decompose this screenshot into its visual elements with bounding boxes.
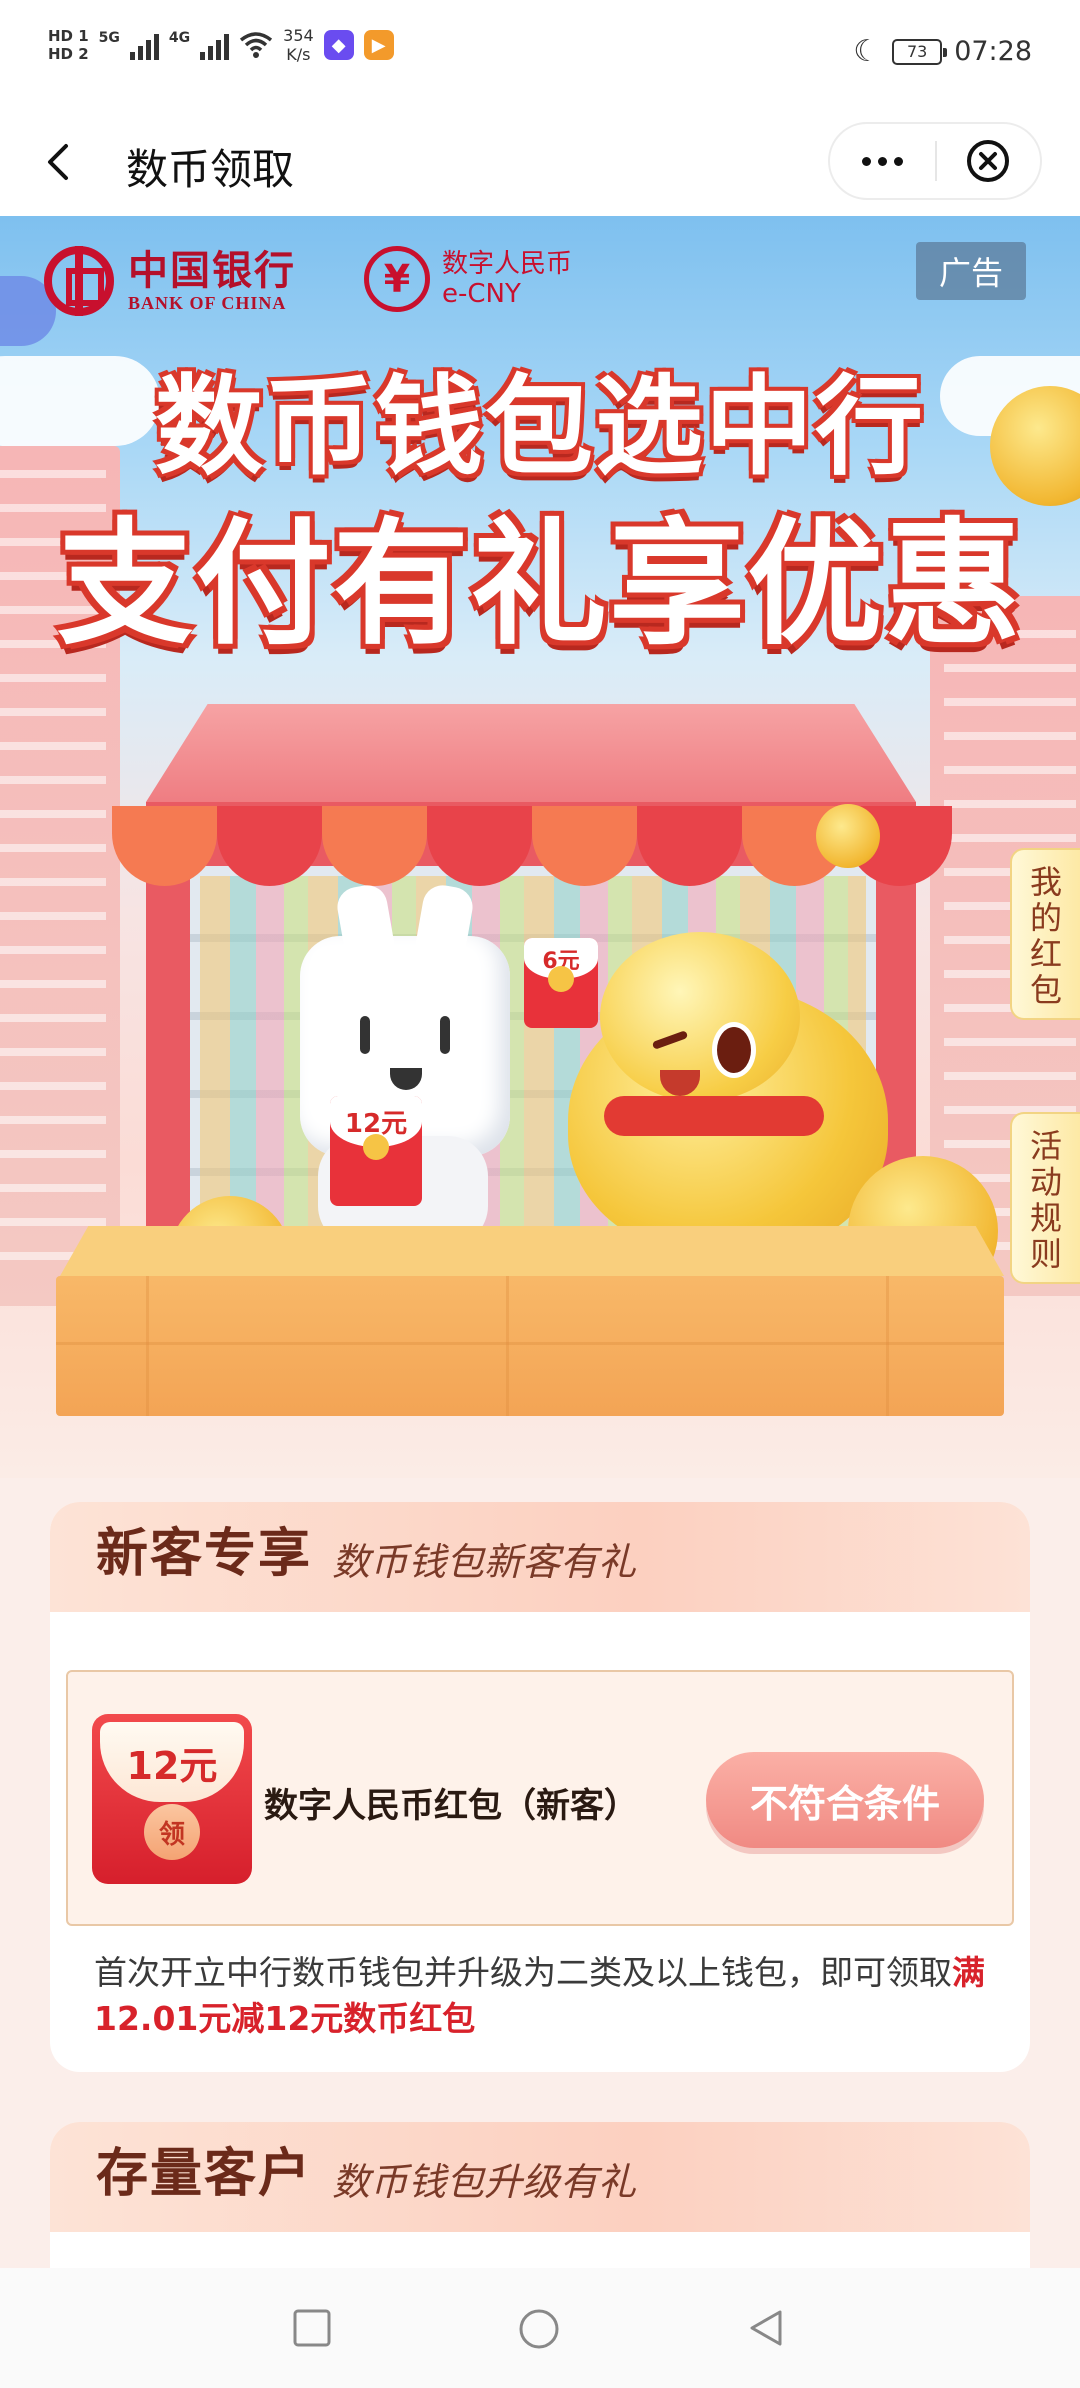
page-title: 数币领取 bbox=[126, 145, 295, 194]
shop-roof bbox=[146, 704, 916, 802]
net-speed: 354 K/s bbox=[283, 26, 314, 64]
circle-nav-icon[interactable] bbox=[518, 2308, 560, 2350]
description-text: 首次开立中行数币钱包并升级为二类及以上钱包，即可领取 bbox=[94, 1953, 952, 1992]
mini-program-capsule bbox=[828, 122, 1042, 200]
status-left: HD 1 HD 2 5G 4G 354 K/s ◆ ▶ bbox=[48, 26, 394, 64]
sim2-label: HD 2 bbox=[48, 45, 89, 63]
claim-button[interactable]: 不符合条件 bbox=[706, 1752, 984, 1848]
signal-icon bbox=[129, 30, 159, 60]
coupon-card: 12元 领 数字人民币红包（新客） 不符合条件 bbox=[66, 1670, 1014, 1926]
clock: 07:28 bbox=[954, 36, 1032, 67]
status-right: ☾ 73 07:28 bbox=[853, 34, 1032, 69]
counter bbox=[56, 1276, 1004, 1416]
red-envelope-mid: 12元 bbox=[330, 1096, 422, 1206]
app-notification-icon: ▶ bbox=[363, 30, 394, 60]
coupon-seal: 领 bbox=[144, 1804, 200, 1860]
section-subtitle: 数币钱包升级有礼 bbox=[332, 2160, 637, 2204]
new-customer-section: 新客专享 数币钱包新客有礼 12元 领 数字人民币红包（新客） 不符合条件 首次… bbox=[50, 1502, 1030, 2072]
ecny-name-en: e-CNY bbox=[442, 279, 521, 309]
back-arrow-icon bbox=[48, 144, 68, 180]
gold-mascot-eye bbox=[712, 1022, 756, 1078]
more-icon bbox=[862, 156, 871, 166]
coin-decoration bbox=[816, 804, 880, 868]
red-envelope-small: 6元 bbox=[524, 938, 598, 1028]
close-button[interactable] bbox=[937, 124, 1040, 198]
coupon-amount: 12元 bbox=[100, 1722, 244, 1802]
section-header: 存量客户 数币钱包升级有礼 bbox=[50, 2122, 1030, 2232]
battery-icon: 73 bbox=[892, 38, 948, 65]
gold-mascot-scarf bbox=[604, 1096, 824, 1136]
wifi-icon bbox=[240, 32, 273, 58]
counter-top bbox=[60, 1226, 1004, 1276]
net-speed-unit: K/s bbox=[286, 45, 311, 64]
sim1-label: HD 1 bbox=[48, 27, 89, 45]
yuan-icon: ¥ bbox=[364, 246, 430, 312]
ecny-logo: ¥ 数字人民币 e-CNY bbox=[364, 246, 572, 312]
square-nav-icon[interactable] bbox=[292, 2308, 332, 2348]
net-speed-value: 354 bbox=[283, 26, 314, 45]
system-nav-bar bbox=[0, 2268, 1080, 2388]
nav-bar: 数币领取 bbox=[0, 108, 1080, 216]
section-title: 存量客户 bbox=[96, 2144, 313, 2204]
bank-name-en: BANK OF CHINA bbox=[128, 292, 287, 313]
gold-mascot-head bbox=[600, 932, 800, 1102]
sim-indicators: HD 1 HD 2 bbox=[48, 27, 89, 63]
coupon-name: 数字人民币红包（新客） bbox=[264, 1786, 638, 1826]
app-notification-icon: ◆ bbox=[323, 30, 354, 60]
activity-rules-tab[interactable]: 活 动 规 则 bbox=[1010, 1112, 1080, 1284]
bank-of-china-logo: 中国银行 BANK OF CHINA bbox=[44, 246, 296, 316]
section-header: 新客专享 数币钱包新客有礼 bbox=[50, 1502, 1030, 1612]
network-4g-label: 4G bbox=[168, 30, 191, 46]
section-subtitle: 数币钱包新客有礼 bbox=[332, 1540, 637, 1584]
red-envelope-icon: 12元 领 bbox=[92, 1714, 252, 1884]
more-button[interactable] bbox=[830, 124, 935, 198]
ad-badge: 广告 bbox=[916, 242, 1026, 300]
section-description: 首次开立中行数币钱包并升级为二类及以上钱包，即可领取满12.01元减12元数币红… bbox=[94, 1950, 994, 2042]
back-button[interactable] bbox=[30, 132, 90, 192]
section-title: 新客专享 bbox=[96, 1524, 313, 1584]
signal-icon bbox=[200, 30, 230, 60]
ecny-name-cn: 数字人民币 bbox=[442, 249, 573, 279]
status-bar: HD 1 HD 2 5G 4G 354 K/s ◆ ▶ ☾ 73 07:28 bbox=[0, 0, 1080, 108]
promo-banner[interactable]: 中国银行 BANK OF CHINA ¥ 数字人民币 e-CNY 广告 数币钱包… bbox=[0, 216, 1080, 1478]
bank-name-cn: 中国银行 bbox=[128, 246, 296, 294]
network-5g-label: 5G bbox=[98, 30, 120, 46]
boc-mark-icon bbox=[44, 246, 114, 316]
my-redpacket-tab[interactable]: 我 的 红 包 bbox=[1010, 848, 1080, 1020]
close-circle-icon bbox=[967, 140, 1010, 182]
headline-line1: 数币钱包选中行 bbox=[154, 365, 925, 490]
moon-icon: ☾ bbox=[853, 34, 881, 69]
triangle-back-nav-icon[interactable] bbox=[746, 2308, 786, 2348]
headline-line2: 支付有礼享优惠 bbox=[57, 506, 1023, 664]
battery-level: 73 bbox=[907, 42, 928, 61]
